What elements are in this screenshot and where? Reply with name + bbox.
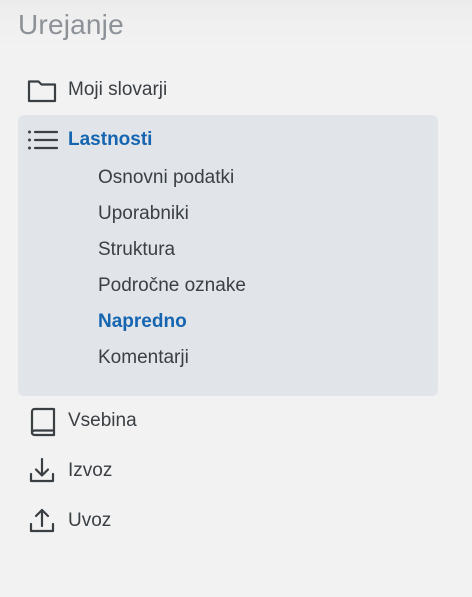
nav-item-content[interactable]: Vsebina bbox=[26, 405, 137, 437]
subitem-users[interactable]: Uporabniki bbox=[98, 202, 189, 226]
subitem-structure[interactable]: Struktura bbox=[98, 238, 175, 262]
subitem-basic-data[interactable]: Osnovni podatki bbox=[98, 166, 234, 190]
subitem-comments[interactable]: Komentarji bbox=[98, 346, 189, 370]
folder-icon bbox=[26, 74, 58, 106]
nav-item-label: Lastnosti bbox=[68, 129, 153, 150]
list-icon bbox=[26, 124, 58, 156]
subitem-domain-labels[interactable]: Področne oznake bbox=[98, 274, 246, 298]
download-icon bbox=[26, 455, 58, 487]
nav-item-label: Uvoz bbox=[68, 510, 112, 531]
properties-group: Lastnosti Osnovni podatki Uporabniki Str… bbox=[18, 115, 438, 396]
nav-item-export[interactable]: Izvoz bbox=[26, 455, 112, 487]
nav-item-label: Vsebina bbox=[68, 410, 137, 431]
nav-item-label: Moji slovarji bbox=[68, 79, 168, 100]
nav-item-properties[interactable]: Lastnosti bbox=[26, 124, 152, 156]
subitem-advanced[interactable]: Napredno bbox=[98, 310, 187, 334]
nav-item-my-dictionaries[interactable]: Moji slovarji bbox=[26, 74, 167, 106]
page-title: Urejanje bbox=[18, 9, 124, 40]
nav-item-label: Izvoz bbox=[68, 460, 113, 481]
upload-icon bbox=[26, 505, 58, 537]
nav-item-import[interactable]: Uvoz bbox=[26, 505, 111, 537]
book-icon bbox=[26, 405, 58, 437]
